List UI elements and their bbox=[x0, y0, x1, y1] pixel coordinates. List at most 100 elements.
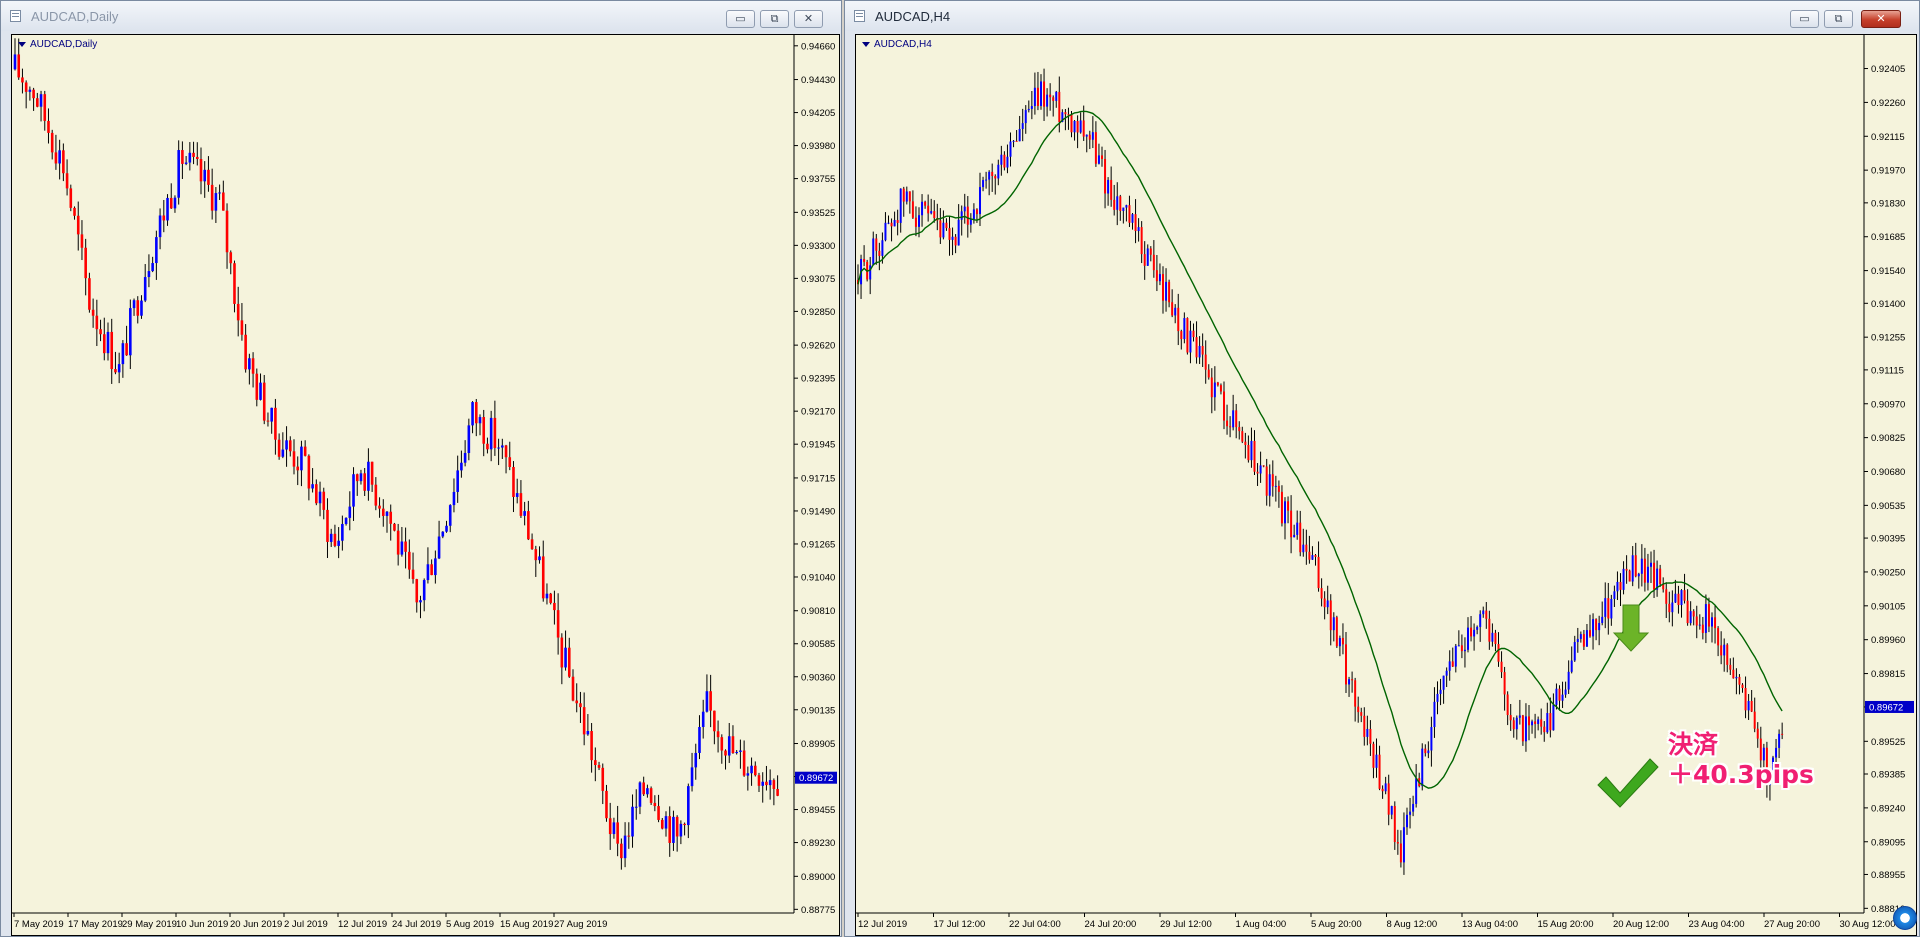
price-tick-label: 0.90825 bbox=[1871, 433, 1905, 444]
close-button[interactable]: ✕ bbox=[794, 10, 823, 28]
candle-body bbox=[1677, 593, 1680, 606]
moving-average-line bbox=[857, 110, 1783, 789]
candle-body bbox=[893, 220, 896, 227]
chart-canvas[interactable]: 0.94660 0.94430 0.94205 0.93980 0.93755 0.935… bbox=[12, 35, 839, 935]
candle-body bbox=[58, 150, 61, 164]
price-tick-label: 0.91400 bbox=[1871, 299, 1905, 310]
price-tick-label: 0.91255 bbox=[1871, 333, 1905, 344]
candle-body bbox=[1268, 474, 1271, 496]
candle-body bbox=[1717, 628, 1720, 646]
candle-body bbox=[1476, 626, 1479, 630]
candle-body bbox=[50, 132, 54, 153]
candle-body bbox=[1070, 114, 1073, 133]
candle-body bbox=[1607, 598, 1610, 619]
candle-body bbox=[924, 201, 927, 206]
minimize-button[interactable]: ▭ bbox=[1790, 10, 1819, 28]
candle-body bbox=[1589, 630, 1591, 637]
candle-body bbox=[649, 788, 653, 803]
chart-window-daily[interactable]: AUDCAD,Daily ▭ ⧉ ✕ 0.94660 0.94430 0.94205… bbox=[0, 0, 842, 937]
restore-button[interactable]: ⧉ bbox=[1824, 10, 1853, 28]
candle-body bbox=[1634, 555, 1637, 577]
candle-body bbox=[1524, 716, 1527, 742]
candle-body bbox=[1088, 134, 1091, 140]
restore-button[interactable]: ⧉ bbox=[760, 10, 789, 28]
candle-body bbox=[497, 447, 500, 449]
price-tick-label: 0.90970 bbox=[1871, 399, 1905, 410]
candle-body bbox=[285, 440, 288, 450]
candle-body bbox=[426, 564, 430, 581]
chart-canvas[interactable]: 0.92405 0.92260 0.92115 0.91970 0.91830 0.916… bbox=[856, 35, 1916, 935]
candle-body bbox=[236, 303, 240, 321]
candle-body bbox=[393, 523, 396, 531]
candle-body bbox=[102, 334, 106, 354]
price-tick-label: 0.92620 bbox=[801, 341, 835, 352]
candle-body bbox=[84, 247, 87, 279]
candle-body bbox=[512, 466, 515, 497]
candle-body bbox=[1046, 94, 1049, 107]
candle-body bbox=[1244, 441, 1247, 445]
candle-body bbox=[1134, 214, 1137, 232]
candle-body bbox=[24, 82, 28, 92]
price-tick-label: 0.92170 bbox=[801, 407, 835, 418]
minimize-button[interactable]: ▭ bbox=[726, 10, 755, 28]
candle-body bbox=[881, 240, 884, 256]
candle-body bbox=[318, 491, 322, 504]
candle-body bbox=[1287, 501, 1290, 511]
title-bar[interactable]: AUDCAD,H4 ▭ ⧉ ✕ bbox=[845, 1, 1919, 31]
candle-body bbox=[1000, 154, 1003, 165]
candle-body bbox=[1540, 719, 1543, 727]
candle-body bbox=[422, 580, 426, 601]
price-chart-daily[interactable]: 0.94660 0.94430 0.94205 0.93980 0.93755 0.935… bbox=[11, 34, 840, 936]
candle-body bbox=[908, 191, 911, 202]
candle-body bbox=[690, 767, 694, 787]
candle-body bbox=[1076, 121, 1079, 133]
teamviewer-icon[interactable] bbox=[1893, 906, 1917, 930]
candle-body bbox=[660, 819, 664, 829]
candle-body bbox=[140, 300, 143, 316]
candle-body bbox=[1338, 637, 1341, 647]
candle-body bbox=[1714, 617, 1717, 629]
candle-body bbox=[705, 691, 709, 712]
title-bar[interactable]: AUDCAD,Daily ▭ ⧉ ✕ bbox=[1, 1, 841, 31]
time-tick-label: 13 Aug 04:00 bbox=[1462, 919, 1518, 930]
candle-body bbox=[1738, 676, 1741, 685]
chart-symbol-label[interactable]: AUDCAD,H4 bbox=[862, 39, 932, 50]
candle-body bbox=[493, 417, 497, 449]
candle-body bbox=[1125, 205, 1128, 208]
candle-body bbox=[1235, 410, 1238, 428]
candle-body bbox=[1271, 474, 1274, 487]
price-tick-label: 0.89000 bbox=[801, 872, 835, 883]
candle-body bbox=[307, 455, 311, 489]
candle-body bbox=[899, 188, 902, 223]
candle-body bbox=[1387, 783, 1390, 815]
candle-body bbox=[158, 215, 162, 238]
candle-body bbox=[519, 493, 523, 516]
candle-body bbox=[538, 556, 541, 561]
candle-body bbox=[348, 506, 352, 518]
symbol-timeframe-text: AUDCAD,H4 bbox=[874, 39, 932, 50]
chart-symbol-label[interactable]: AUDCAD,Daily bbox=[18, 39, 97, 50]
candle-body bbox=[1036, 87, 1039, 106]
candle-body bbox=[1543, 726, 1546, 733]
candle-body bbox=[515, 493, 519, 497]
candle-body bbox=[244, 334, 247, 370]
price-chart-h4[interactable]: 0.92405 0.92260 0.92115 0.91970 0.91830 0.916… bbox=[855, 34, 1917, 936]
candle-body bbox=[634, 806, 638, 808]
chart-window-h4[interactable]: AUDCAD,H4 ▭ ⧉ ✕ 0.92405 0.92260 0.92115 0.9… bbox=[844, 0, 1920, 937]
candle-body bbox=[508, 457, 512, 467]
candle-body bbox=[478, 417, 482, 424]
candle-body bbox=[1741, 684, 1744, 689]
candle-body bbox=[1348, 679, 1351, 685]
candle-body bbox=[597, 765, 601, 768]
close-button[interactable]: ✕ bbox=[1861, 10, 1901, 28]
candle-body bbox=[1171, 302, 1174, 316]
candle-body bbox=[1165, 281, 1168, 301]
price-tick-label: 0.93755 bbox=[801, 174, 835, 185]
candle-body bbox=[117, 364, 121, 373]
candle-body bbox=[1226, 420, 1229, 427]
candle-body bbox=[1177, 307, 1180, 332]
candle-body bbox=[863, 258, 866, 262]
candle-body bbox=[1470, 627, 1473, 637]
candle-body bbox=[1357, 706, 1360, 713]
candle-body bbox=[1238, 427, 1241, 432]
